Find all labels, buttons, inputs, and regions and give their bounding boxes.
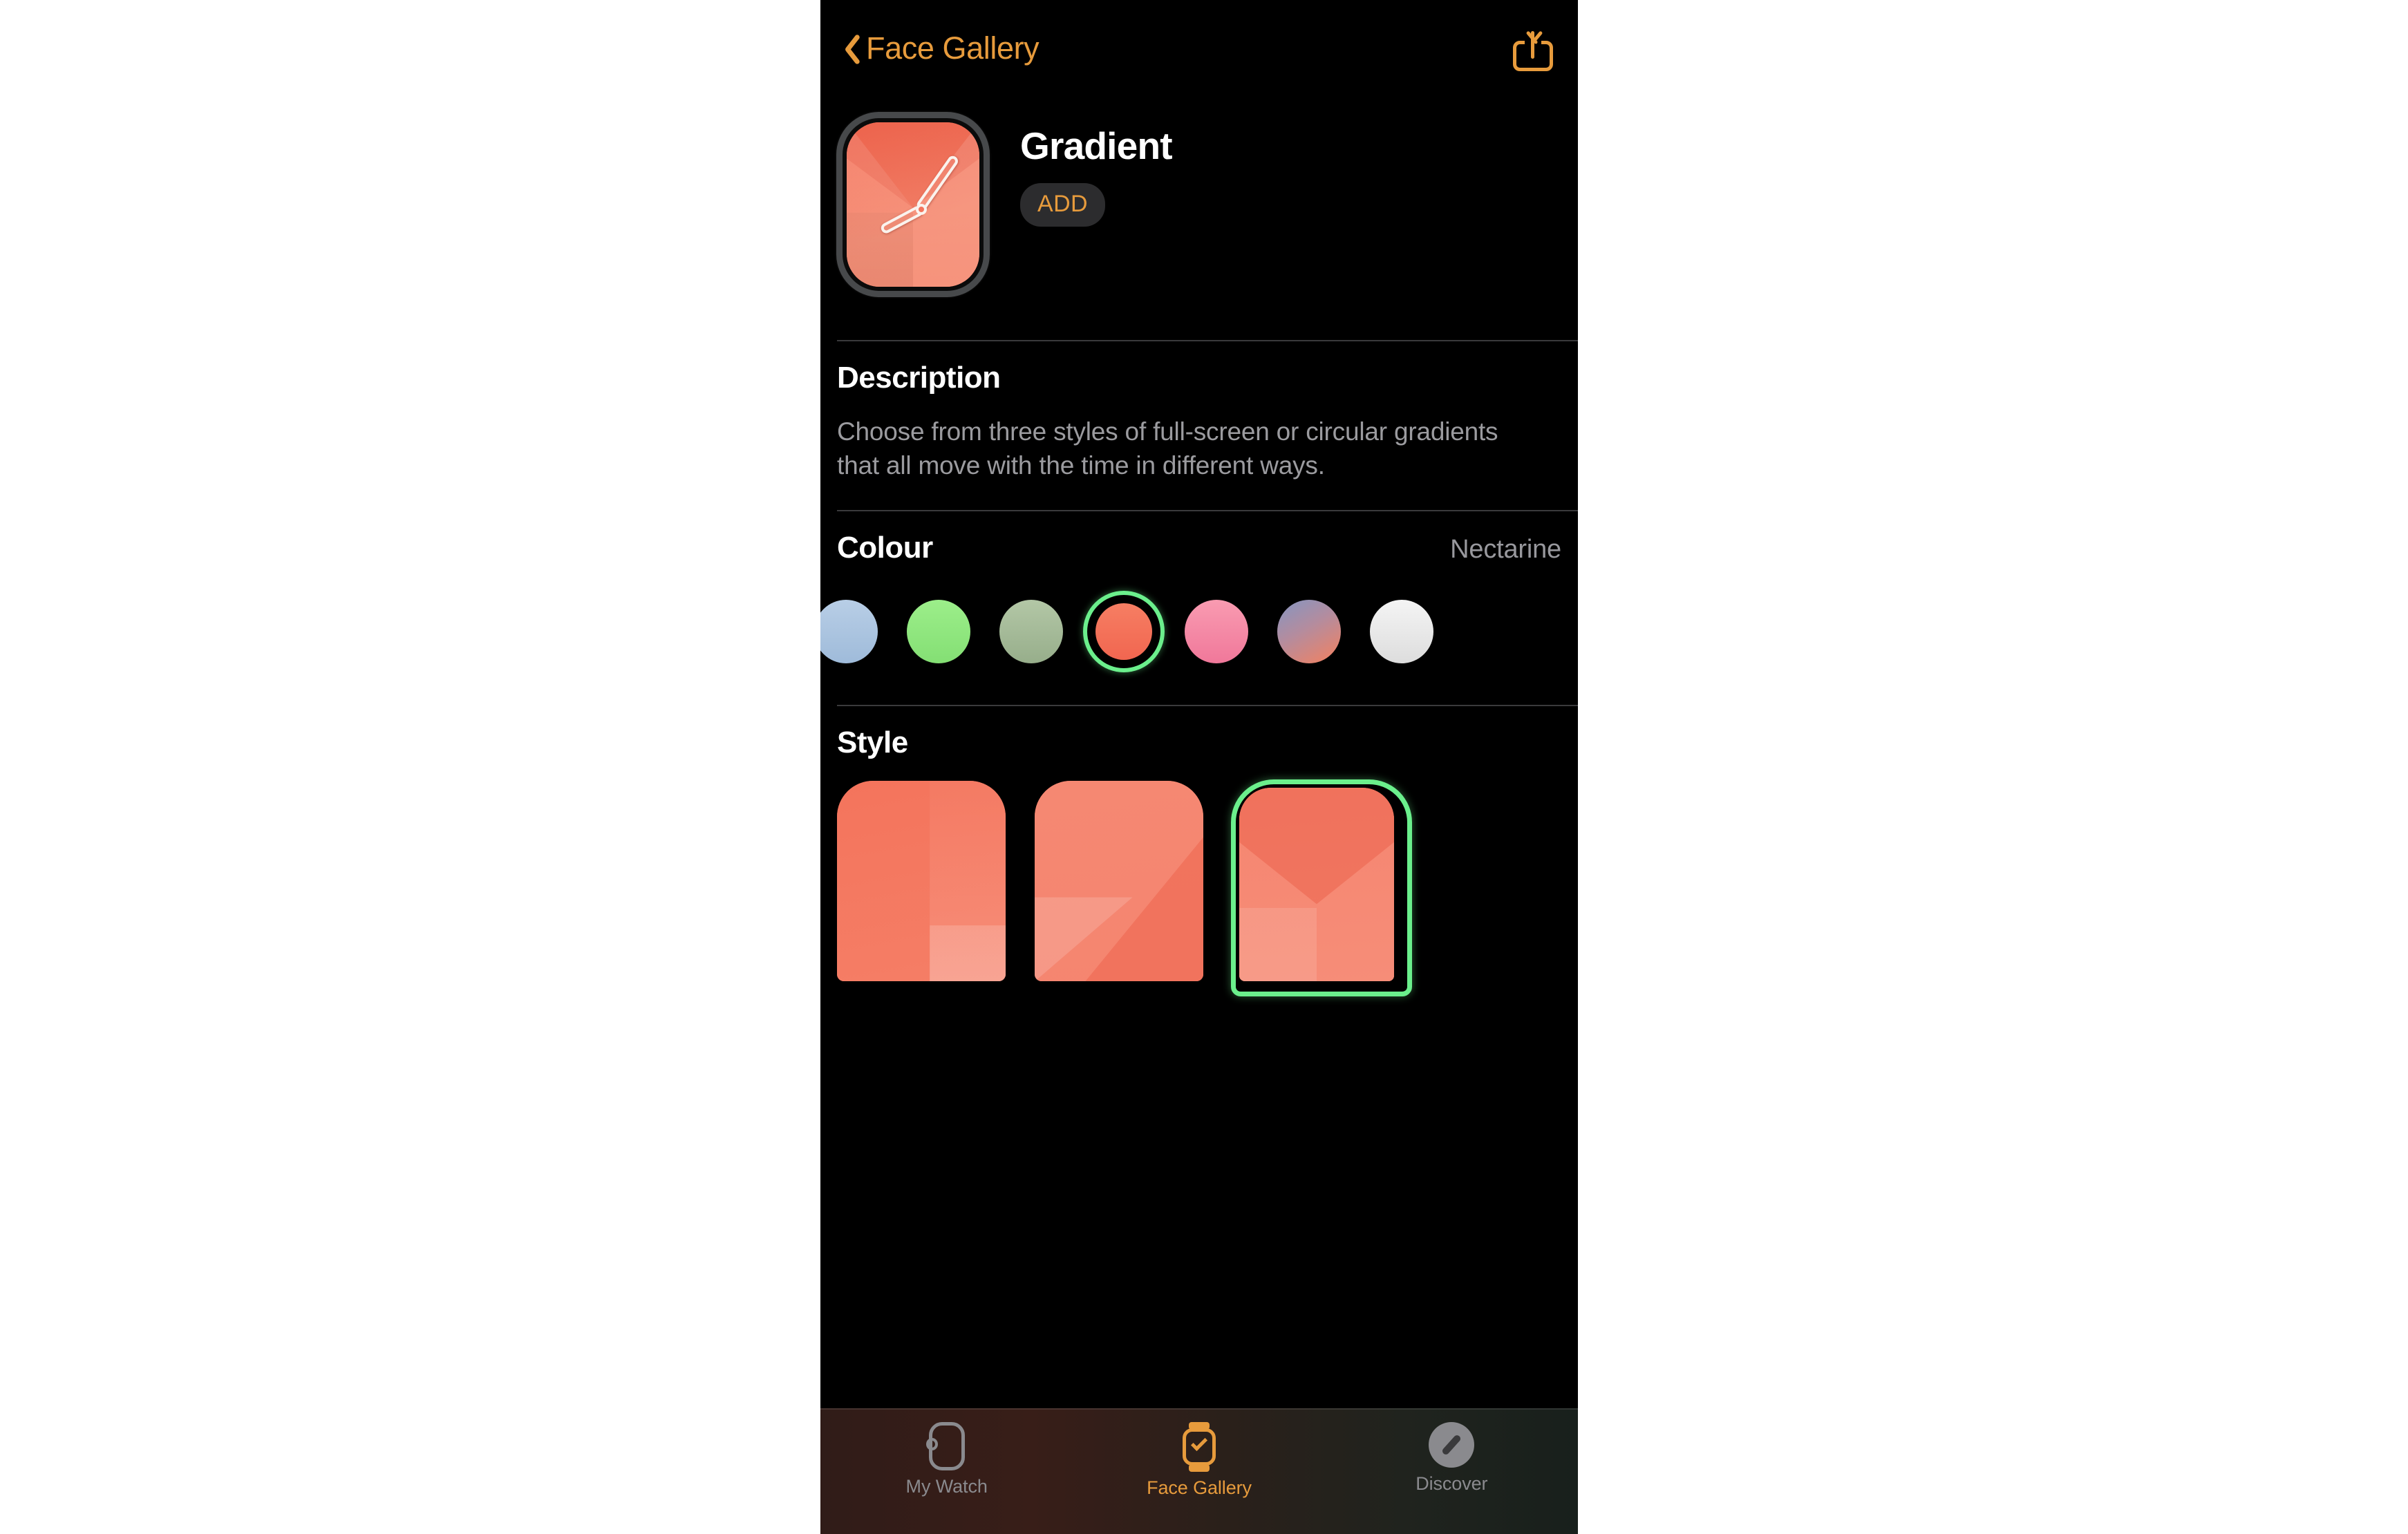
colour-swatch-green[interactable] <box>892 586 985 677</box>
description-body: Choose from three styles of full-screen … <box>837 417 1498 480</box>
swatch-fill-green <box>907 600 970 664</box>
colour-section: Colour Nectarine <box>820 511 1578 705</box>
style-thumbnail-vertical-gradient <box>837 781 1006 982</box>
tab-face-gallery[interactable]: Face Gallery <box>1073 1422 1325 1499</box>
description-header: Description <box>837 341 1561 395</box>
add-button[interactable]: ADD <box>1020 183 1105 227</box>
colour-swatch-list[interactable] <box>820 565 1561 705</box>
style-heading: Style <box>837 726 908 760</box>
style-layer-base <box>1239 788 1394 982</box>
hands-center-pivot <box>916 204 927 215</box>
style-layer-v-bottom <box>1239 908 1317 982</box>
style-option-diagonal-gradient[interactable] <box>1035 781 1203 982</box>
scroll-content[interactable]: Gradient ADD Description Choose from thr… <box>820 97 1578 1534</box>
face-hero: Gradient ADD <box>820 97 1578 340</box>
chevron-left-icon <box>836 30 856 66</box>
watch-hands <box>847 122 979 287</box>
share-icon[interactable] <box>1513 26 1553 71</box>
phone-viewport: Face Gallery Gradient ADD Description Ch… <box>820 0 1578 1534</box>
swatch-fill-pink <box>1185 600 1248 664</box>
tab-bar: My Watch Face Gallery Discover <box>820 1408 1578 1534</box>
watch-check-icon <box>1182 1422 1216 1472</box>
style-layer-v-top <box>1239 788 1394 905</box>
tab-my-watch[interactable]: My Watch <box>820 1422 1073 1497</box>
tab-label-2: Discover <box>1415 1473 1488 1494</box>
back-button-label: Face Gallery <box>866 30 1040 66</box>
page-title: Gradient <box>1020 124 1173 167</box>
description-section: Description Choose from three styles of … <box>820 341 1578 510</box>
style-option-list[interactable] <box>837 760 1561 997</box>
back-button[interactable]: Face Gallery <box>836 30 1040 66</box>
colour-selected-name: Nectarine <box>1450 535 1561 565</box>
swatch-fill-light-blue <box>820 600 878 664</box>
swatch-fill-sage <box>999 600 1063 664</box>
watch-outline-icon <box>925 1422 965 1470</box>
apple-watch-preview <box>836 112 990 297</box>
style-thumbnail-diagonal-gradient <box>1035 781 1203 982</box>
face-info: Gradient ADD <box>990 112 1578 340</box>
colour-heading: Colour <box>837 531 933 565</box>
colour-swatch-light-blue[interactable] <box>820 586 892 677</box>
tab-label-1: Face Gallery <box>1147 1477 1252 1498</box>
colour-swatch-pink[interactable] <box>1170 586 1263 677</box>
colour-header: Colour Nectarine <box>837 511 1561 565</box>
colour-swatch-white[interactable] <box>1355 586 1448 677</box>
colour-swatch-sage[interactable] <box>985 586 1078 677</box>
tab-label-0: My Watch <box>905 1476 988 1497</box>
swatch-fill-white <box>1370 600 1433 664</box>
style-thumbnail-v-gradient <box>1239 788 1394 982</box>
swatch-fill-nectarine <box>1095 603 1152 661</box>
navigation-bar: Face Gallery <box>820 0 1578 97</box>
tab-discover[interactable]: Discover <box>1326 1422 1578 1495</box>
style-header: Style <box>837 706 1561 760</box>
description-heading: Description <box>837 361 1001 395</box>
compass-icon <box>1429 1422 1475 1468</box>
screenshot-stage: Face Gallery Gradient ADD Description Ch… <box>0 0 2408 1534</box>
style-option-v-gradient[interactable] <box>1231 779 1412 997</box>
colour-swatch-nectarine[interactable] <box>1078 586 1170 677</box>
swatch-fill-blue-orange <box>1277 600 1341 664</box>
style-option-vertical-gradient[interactable] <box>837 781 1006 982</box>
colour-swatch-blue-orange[interactable] <box>1263 586 1355 677</box>
watch-face-preview <box>847 122 979 287</box>
style-section: Style <box>820 706 1578 997</box>
